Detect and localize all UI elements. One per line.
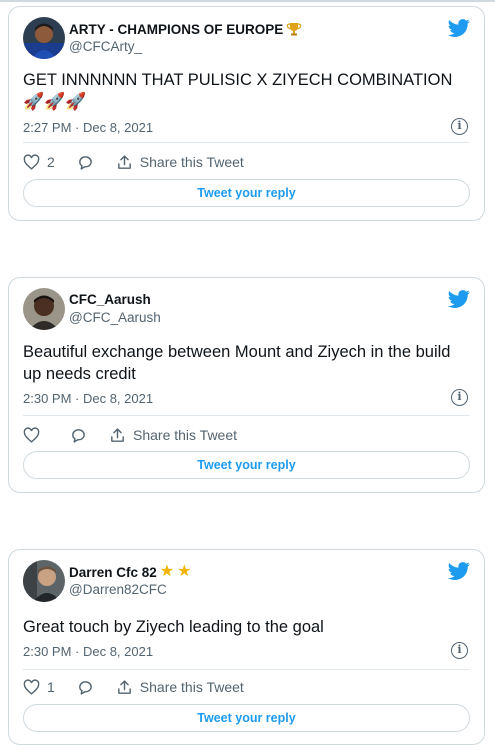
timestamp[interactable]: 2:30 PM · Dec 8, 2021 <box>23 644 153 659</box>
tweet-card: Darren Cfc 82 ★ ★ @Darren82CFC Great touc… <box>8 549 485 745</box>
twitter-bird-icon[interactable] <box>448 288 470 310</box>
tweet-text: GET INNNNNN THAT PULISIC X ZIYECH COMBIN… <box>23 69 464 113</box>
like-button[interactable]: 1 <box>23 678 55 696</box>
trophy-icon <box>287 23 302 36</box>
share-icon <box>117 679 131 694</box>
info-icon[interactable]: i <box>451 389 468 406</box>
reply-bubble-icon <box>72 428 85 443</box>
info-icon[interactable]: i <box>451 642 468 659</box>
display-name[interactable]: Darren Cfc 82 ★ ★ <box>69 564 191 580</box>
star-icon: ★ <box>159 563 175 580</box>
display-name-text: Darren Cfc 82 <box>69 564 157 580</box>
avatar[interactable] <box>23 17 65 59</box>
rocket-emojis: 🚀🚀🚀 <box>23 92 87 111</box>
tweet-text-body: GET INNNNNN THAT PULISIC X ZIYECH COMBIN… <box>23 71 453 89</box>
share-icon <box>117 154 131 169</box>
share-button[interactable]: Share this Tweet <box>109 427 237 444</box>
share-icon <box>111 427 124 442</box>
share-label: Share this Tweet <box>133 427 238 443</box>
tweet-card: CFC_Aarush @CFC_Aarush Beautiful exchang… <box>8 277 485 493</box>
heart-icon <box>23 153 40 170</box>
like-button[interactable]: 2 <box>23 153 55 171</box>
divider <box>23 142 470 143</box>
tweet-your-reply-button[interactable]: Tweet your reply <box>23 451 470 479</box>
tweet-actions: Share this Tweet <box>23 424 470 446</box>
share-button[interactable]: Share this Tweet <box>116 679 244 696</box>
reply-icon-button[interactable] <box>77 154 94 171</box>
tweet-actions: 1 Share this Tweet <box>23 676 470 698</box>
display-name-text: ARTY - CHAMPIONS OF EUROPE <box>69 21 284 37</box>
share-label: Share this Tweet <box>139 679 244 695</box>
display-name[interactable]: ARTY - CHAMPIONS OF EUROPE <box>69 21 302 37</box>
twitter-bird-icon[interactable] <box>448 560 470 582</box>
avatar[interactable] <box>23 560 65 602</box>
reply-bubble-icon <box>78 155 92 170</box>
share-button[interactable]: Share this Tweet <box>116 154 244 171</box>
star-icon: ★ <box>177 563 192 580</box>
handle[interactable]: @Darren82CFC <box>69 582 167 597</box>
like-button[interactable] <box>23 426 40 444</box>
tweet-your-reply-button[interactable]: Tweet your reply <box>23 179 470 207</box>
reply-icon-button[interactable] <box>70 427 87 444</box>
display-name[interactable]: CFC_Aarush <box>69 292 151 307</box>
tweet-card: ARTY - CHAMPIONS OF EUROPE @CFCArty_ GET… <box>8 6 485 221</box>
handle[interactable]: @CFC_Aarush <box>69 310 161 325</box>
tweet-actions: 2 Share this Tweet <box>23 151 470 173</box>
divider <box>23 415 470 416</box>
reply-icon-button[interactable] <box>77 679 94 696</box>
heart-icon <box>23 426 40 443</box>
top-divider <box>0 0 495 2</box>
info-icon[interactable]: i <box>451 118 468 135</box>
display-name-text: CFC_Aarush <box>69 292 151 307</box>
timestamp[interactable]: 2:27 PM · Dec 8, 2021 <box>23 120 153 135</box>
like-count: 2 <box>47 154 55 170</box>
reply-bubble-icon <box>78 680 92 695</box>
timestamp[interactable]: 2:30 PM · Dec 8, 2021 <box>23 391 153 406</box>
avatar[interactable] <box>23 288 65 330</box>
tweet-text: Beautiful exchange between Mount and Ziy… <box>23 343 451 383</box>
tweet-your-reply-button[interactable]: Tweet your reply <box>23 704 470 732</box>
share-label: Share this Tweet <box>139 154 244 170</box>
divider <box>23 669 470 670</box>
tweet-text: Great touch by Ziyech leading to the goa… <box>23 618 324 636</box>
heart-icon <box>23 678 40 695</box>
twitter-bird-icon[interactable] <box>448 17 470 39</box>
like-count: 1 <box>47 679 55 695</box>
handle[interactable]: @CFCArty_ <box>69 39 142 54</box>
